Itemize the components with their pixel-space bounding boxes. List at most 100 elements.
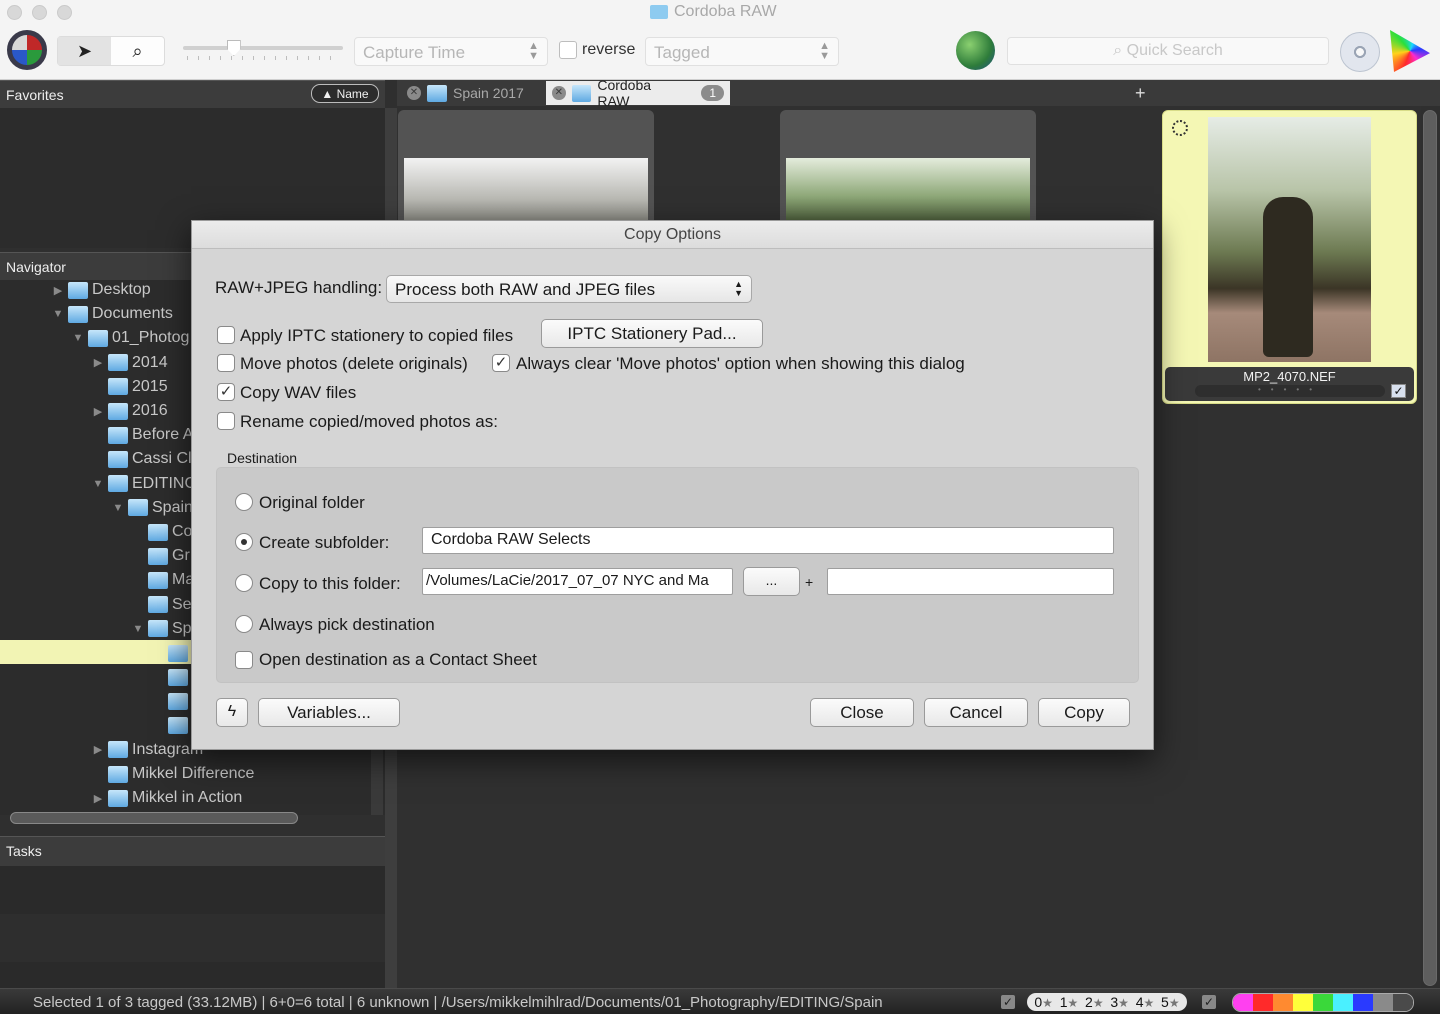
tree-item[interactable]: Mikkel Difference	[92, 762, 254, 786]
close-window-button[interactable]	[7, 5, 22, 20]
favorites-sort-button[interactable]: ▲ Name	[311, 84, 379, 103]
rename-checkbox[interactable]	[217, 412, 235, 430]
raw-jpeg-handling-select[interactable]: Process both RAW and JPEG files ▲ ▼	[386, 275, 752, 303]
tab-spain-2017[interactable]: ✕ Spain 2017	[401, 81, 530, 105]
tree-item[interactable]: ▶ 2014	[92, 351, 168, 375]
destination-suffix-input[interactable]	[827, 568, 1114, 595]
disclosure-collapsed-icon[interactable]: ▶	[92, 356, 104, 369]
tree-item[interactable]: ▼ Spain	[112, 496, 193, 520]
tree-item[interactable]: Co	[132, 520, 192, 544]
grid-vertical-scrollbar[interactable]	[1423, 110, 1437, 986]
color-label-swatch[interactable]	[1273, 994, 1293, 1011]
burn-disc-icon[interactable]	[1340, 32, 1380, 72]
copy-wav-checkbox[interactable]: ✓	[217, 383, 235, 401]
iptc-stationery-pad-button[interactable]: IPTC Stationery Pad...	[541, 319, 763, 348]
color-label-swatch[interactable]	[1333, 994, 1353, 1011]
disclosure-expanded-icon[interactable]: ▼	[72, 332, 84, 344]
navigator-horizontal-scrollbar[interactable]	[10, 812, 298, 824]
reverse-checkbox[interactable]	[559, 41, 577, 59]
cancel-button[interactable]: Cancel	[924, 698, 1028, 727]
browse-folder-button[interactable]: ...	[743, 567, 800, 596]
sort-by-select[interactable]: Capture Time ▲ ▼	[354, 37, 548, 66]
always-clear-checkbox[interactable]: ✓	[492, 354, 510, 372]
tree-trunk-shape	[1263, 197, 1313, 357]
color-label-swatch[interactable]	[1393, 994, 1413, 1011]
open-contact-sheet-checkbox[interactable]	[235, 651, 253, 669]
rating-filter-checkbox[interactable]: ✓	[1001, 995, 1015, 1009]
add-tab-button[interactable]: +	[1135, 83, 1146, 104]
tag-checkbox[interactable]: ✓	[1391, 384, 1406, 398]
tree-item[interactable]: ▶ Mikkel in Action	[92, 786, 242, 810]
always-pick-destination-radio[interactable]	[235, 615, 253, 633]
tree-item[interactable]: Before A	[92, 423, 193, 447]
tree-item[interactable]: Cassi Cl	[92, 447, 192, 471]
disclosure-collapsed-icon[interactable]: ▶	[92, 792, 104, 805]
tree-item[interactable]	[152, 689, 192, 713]
tree-item[interactable]	[152, 641, 192, 665]
tree-item-label: Gr	[172, 547, 190, 565]
filter-select[interactable]: Tagged ▲ ▼	[645, 37, 839, 66]
apply-iptc-checkbox[interactable]	[217, 326, 235, 344]
tree-item[interactable]: ▼ Documents	[52, 302, 173, 326]
close-tab-icon[interactable]: ✕	[407, 86, 421, 100]
disclosure-expanded-icon[interactable]: ▼	[112, 502, 124, 514]
rating-filter-0[interactable]: 0★	[1034, 994, 1053, 1010]
color-label-swatch[interactable]	[1253, 994, 1273, 1011]
slider-thumb[interactable]	[226, 40, 241, 56]
original-folder-radio[interactable]	[235, 493, 253, 511]
tree-item[interactable]: ▶ 2016	[92, 399, 168, 423]
thumbnail-size-slider[interactable]	[183, 40, 343, 64]
disclosure-expanded-icon[interactable]: ▼	[52, 308, 64, 320]
color-label-swatch[interactable]	[1293, 994, 1313, 1011]
quick-search-input[interactable]: ⌕ Quick Search	[1007, 37, 1329, 65]
color-management-icon[interactable]	[1390, 30, 1430, 72]
rotate-icon[interactable]	[1172, 120, 1188, 136]
tree-item[interactable]: Gr	[132, 544, 190, 568]
star-rating[interactable]: •••••	[1195, 385, 1385, 397]
disclosure-collapsed-icon[interactable]: ▶	[92, 405, 104, 418]
tree-item[interactable]: ▶ Desktop	[52, 278, 151, 302]
minimize-window-button[interactable]	[32, 5, 47, 20]
disclosure-collapsed-icon[interactable]: ▶	[52, 284, 64, 297]
close-tab-icon[interactable]: ✕	[552, 86, 566, 100]
gear-icon[interactable]	[7, 30, 47, 70]
rating-filter-5[interactable]: 5★	[1161, 994, 1180, 1010]
disclosure-collapsed-icon[interactable]: ▶	[92, 743, 104, 756]
color-label-swatch[interactable]	[1313, 994, 1333, 1011]
variables-button[interactable]: Variables...	[258, 698, 400, 727]
globe-upload-icon[interactable]	[956, 31, 995, 70]
tree-item[interactable]: Ma	[132, 568, 194, 592]
color-label-swatch[interactable]	[1233, 994, 1253, 1011]
zoom-tool-button[interactable]: ⌕	[111, 37, 164, 65]
subfolder-name-input[interactable]: Cordoba RAW Selects	[422, 527, 1114, 554]
tree-item[interactable]	[152, 714, 192, 738]
tree-item[interactable]: Se	[132, 593, 192, 617]
close-button[interactable]: Close	[810, 698, 914, 727]
tree-item[interactable]: ▼ 01_Photog	[72, 326, 189, 350]
lightning-button[interactable]: ϟ	[216, 698, 248, 727]
create-subfolder-radio[interactable]	[235, 533, 253, 551]
copy-to-folder-radio[interactable]	[235, 574, 253, 592]
tab-cordoba-raw[interactable]: ✕ Cordoba RAW 1	[546, 77, 730, 109]
rating-filter-3[interactable]: 3★	[1110, 994, 1129, 1010]
tree-item[interactable]	[152, 665, 192, 689]
color-label-swatch[interactable]	[1353, 994, 1373, 1011]
destination-folder-path-input[interactable]: /Volumes/LaCie/2017_07_07 NYC and Ma	[422, 568, 733, 595]
color-label-swatch[interactable]	[1373, 994, 1393, 1011]
tree-item[interactable]: ▶ Instagram	[92, 738, 203, 762]
tree-item[interactable]: ▼ EDITING	[92, 472, 197, 496]
zoom-window-button[interactable]	[57, 5, 72, 20]
pointer-tool-button[interactable]: ➤	[58, 37, 111, 65]
thumbnail-card-selected[interactable]: MP2_4070.NEF ••••• ✓	[1162, 110, 1417, 404]
rating-filter-4[interactable]: 4★	[1136, 994, 1155, 1010]
tree-item-label: 2015	[132, 377, 168, 395]
tree-item[interactable]: ▼ Sp	[132, 617, 192, 641]
color-filter-checkbox[interactable]: ✓	[1202, 995, 1216, 1009]
rating-filter-1[interactable]: 1★	[1060, 994, 1079, 1010]
copy-button[interactable]: Copy	[1038, 698, 1130, 727]
disclosure-expanded-icon[interactable]: ▼	[92, 478, 104, 490]
rating-filter-2[interactable]: 2★	[1085, 994, 1104, 1010]
move-photos-checkbox[interactable]	[217, 354, 235, 372]
tree-item[interactable]: 2015	[92, 375, 168, 399]
disclosure-expanded-icon[interactable]: ▼	[132, 623, 144, 635]
